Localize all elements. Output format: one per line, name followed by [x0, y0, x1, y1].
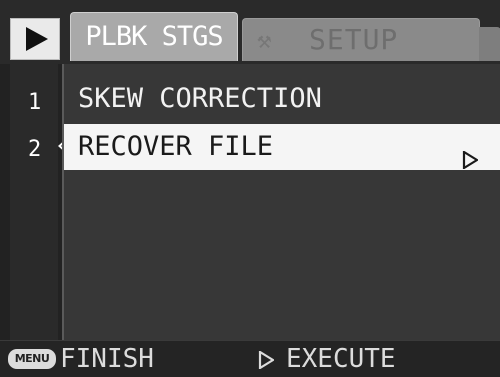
- page-number-1[interactable]: 1: [28, 88, 41, 118]
- menu-item-label: RECOVER FILE: [78, 131, 274, 162]
- footer: MENU FINISH EXECUTE: [0, 340, 500, 377]
- tab-playback-settings[interactable]: PLBK STGS: [70, 12, 238, 61]
- page-number-2[interactable]: 2: [28, 135, 41, 165]
- arrow-right-icon: [462, 138, 480, 184]
- menu-item-recover-file[interactable]: RECOVER FILE: [64, 124, 500, 170]
- tab-setup-label: SETUP: [309, 23, 399, 56]
- menu-key-icon: MENU: [8, 349, 56, 369]
- menu-item-skew-correction[interactable]: SKEW CORRECTION: [64, 76, 500, 122]
- wrench-icon: ⚒: [257, 26, 272, 54]
- header: PLBK STGS ⚒ SETUP: [0, 0, 500, 64]
- menu-panel: SKEW CORRECTION RECOVER FILE: [62, 64, 500, 340]
- execute-label: EXECUTE: [286, 344, 396, 374]
- arrow-right-icon: [258, 350, 276, 373]
- menu-item-label: SKEW CORRECTION: [78, 83, 322, 114]
- camera-menu-screen: PLBK STGS ⚒ SETUP 1 2 SKEW CORRECTION RE…: [0, 0, 500, 377]
- tab-setup[interactable]: ⚒ SETUP: [242, 18, 500, 61]
- play-icon: [10, 18, 60, 60]
- finish-label: FINISH: [60, 344, 154, 374]
- tab-edge: [479, 27, 500, 61]
